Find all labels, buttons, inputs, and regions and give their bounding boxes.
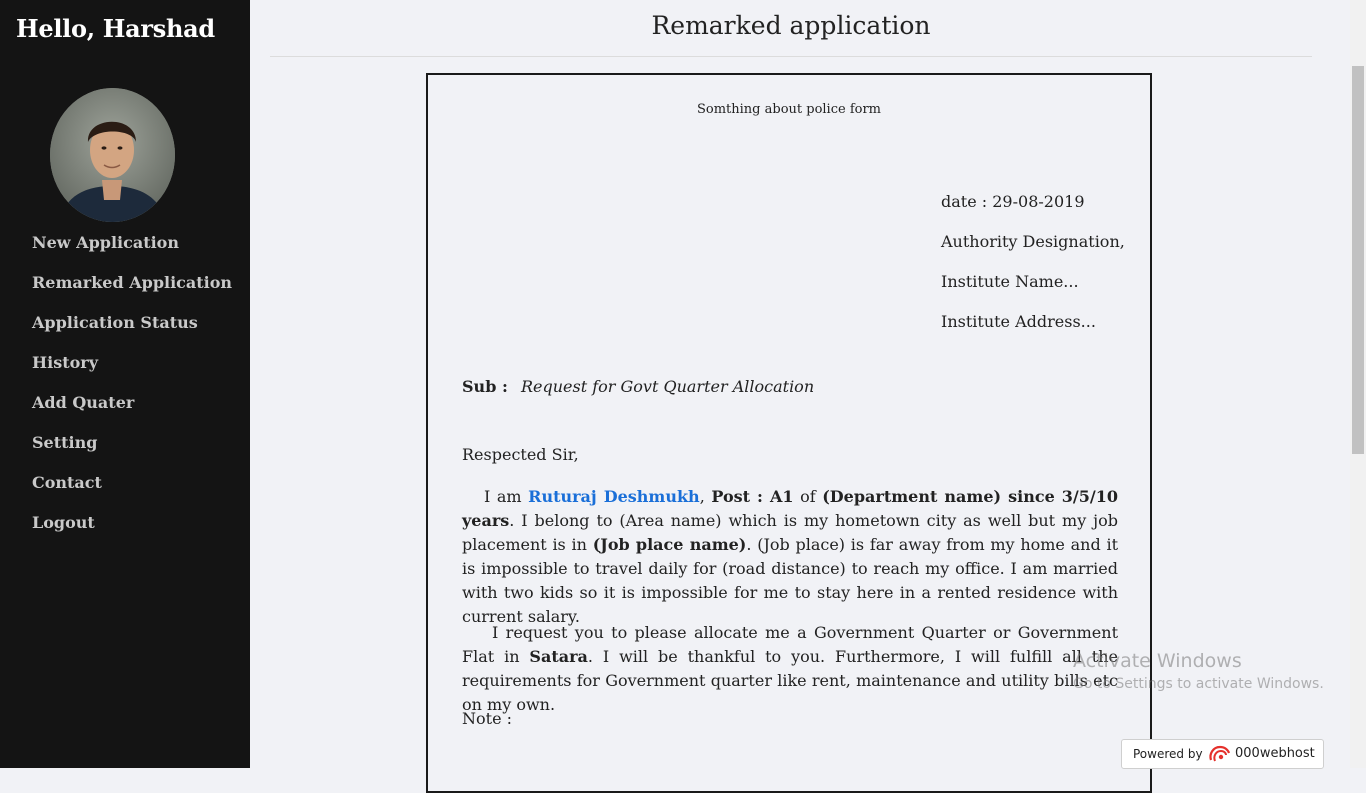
powered-by-badge[interactable]: Powered by 000webhost — [1121, 739, 1324, 769]
institute-name: Institute Name... — [941, 272, 1079, 291]
subject-label: Sub : — [462, 377, 508, 396]
sidebar-item-setting[interactable]: Setting — [0, 424, 250, 464]
000webhost-logo-icon — [1209, 745, 1231, 762]
applicant-post: Post : A1 — [711, 487, 794, 506]
user-avatar-icon — [50, 88, 175, 222]
activate-windows-watermark: Activate Windows Go to Settings to activ… — [1073, 650, 1324, 692]
requested-city: Satara — [529, 647, 588, 666]
p1-text-2: , — [699, 487, 712, 506]
sidebar-nav: New Application Remarked Application App… — [0, 224, 250, 544]
letter-subject: Sub : Request for Govt Quarter Allocatio… — [462, 377, 814, 396]
greeting: Hello, Harshad — [16, 14, 215, 43]
institute-address: Institute Address... — [941, 312, 1096, 331]
letter-paragraph-2: I request you to please allocate me a Go… — [462, 621, 1118, 717]
p1-text-3: of — [793, 487, 823, 506]
sidebar-item-application-status[interactable]: Application Status — [0, 304, 250, 344]
page-scrollbar[interactable] — [1350, 0, 1366, 768]
powered-by-brand: 000webhost — [1235, 746, 1315, 761]
salutation: Respected Sir, — [462, 445, 579, 464]
note-label: Note : — [462, 709, 513, 728]
scrollbar-thumb[interactable] — [1352, 66, 1364, 454]
letter-date: date : 29-08-2019 — [941, 192, 1085, 211]
watermark-subtitle: Go to Settings to activate Windows. — [1073, 676, 1324, 692]
letter-paragraph-1: I am Ruturaj Deshmukh, Post : A1 of (Dep… — [462, 485, 1118, 629]
application-letter: Somthing about police form date : 29-08-… — [426, 73, 1152, 793]
applicant-name-link[interactable]: Ruturaj Deshmukh — [528, 487, 700, 506]
avatar — [50, 88, 175, 222]
p1-text-1: I am — [484, 487, 529, 506]
sidebar-item-contact[interactable]: Contact — [0, 464, 250, 504]
job-place-name: (Job place name) — [592, 535, 747, 554]
watermark-title: Activate Windows — [1073, 650, 1242, 672]
authority-designation: Authority Designation, — [941, 232, 1125, 251]
subject-text: Request for Govt Quarter Allocation — [520, 377, 815, 396]
sidebar-item-history[interactable]: History — [0, 344, 250, 384]
sidebar-item-logout[interactable]: Logout — [0, 504, 250, 544]
sidebar-item-add-quater[interactable]: Add Quater — [0, 384, 250, 424]
page-title: Remarked application — [270, 0, 1312, 57]
form-header: Somthing about police form — [696, 102, 882, 117]
sidebar-item-new-application[interactable]: New Application — [0, 224, 250, 264]
sidebar: Hello, Harshad New Application Remarked … — [0, 0, 250, 768]
powered-by-text: Powered by — [1133, 747, 1203, 761]
sidebar-item-remarked-application[interactable]: Remarked Application — [0, 264, 250, 304]
